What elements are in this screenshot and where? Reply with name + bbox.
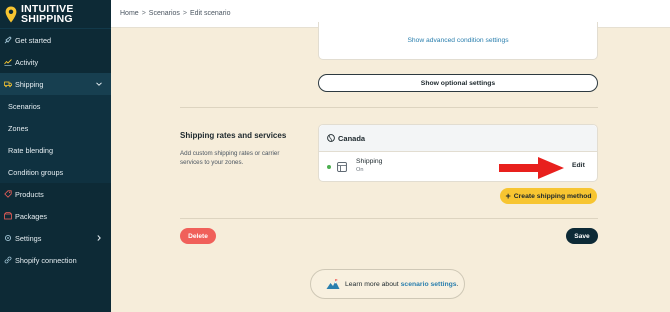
section-divider (180, 218, 598, 219)
table-icon (337, 162, 347, 172)
brand[interactable]: INTUITIVE SHIPPING (0, 0, 111, 29)
package-icon (4, 212, 12, 220)
sidebar-item-rate-blending[interactable]: Rate blending (0, 139, 111, 161)
optional-settings-button[interactable]: Show optional settings (318, 74, 598, 92)
sidebar: INTUITIVE SHIPPING Get started Activity … (0, 0, 111, 312)
sidebar-item-label: Products (15, 189, 44, 199)
sidebar-nav: Get started Activity Shipping Scenarios … (0, 29, 111, 271)
sidebar-item-condition-groups[interactable]: Condition groups (0, 161, 111, 183)
scenario-settings-link[interactable]: scenario settings (401, 281, 457, 288)
zone-name: Canada (338, 133, 366, 143)
activity-chart-icon (4, 59, 12, 66)
sidebar-item-label: Condition groups (8, 167, 64, 177)
method-name: Shipping (356, 158, 383, 165)
plus-icon: + (505, 191, 511, 201)
rates-section-description: Add custom shipping rates or carrier ser… (180, 150, 280, 166)
sidebar-item-label: Shopify connection (15, 255, 77, 265)
brand-line2: SHIPPING (21, 13, 73, 25)
annotation-arrow-icon (499, 157, 564, 179)
sidebar-item-label: Scenarios (8, 101, 41, 111)
conditions-card: Show advanced condition settings (318, 22, 598, 60)
sidebar-item-label: Shipping (15, 79, 44, 89)
gear-icon (4, 234, 12, 242)
status-dot (327, 165, 331, 169)
shipping-group: Shipping Scenarios Zones Rate blending C… (0, 73, 111, 183)
sidebar-item-label: Rate blending (8, 145, 54, 155)
sidebar-item-zones[interactable]: Zones (0, 117, 111, 139)
breadcrumb-separator: > (182, 10, 188, 17)
sidebar-item-shopify-connection[interactable]: Shopify connection (0, 249, 111, 271)
sidebar-item-products[interactable]: Products (0, 183, 111, 205)
tag-icon (4, 190, 12, 198)
brand-name: INTUITIVE SHIPPING (21, 4, 74, 25)
method-status: On (356, 167, 364, 173)
globe-icon (327, 134, 335, 142)
learn-more-banner[interactable]: Learn more about scenario settings. (310, 269, 465, 299)
section-divider (180, 107, 598, 108)
sidebar-item-label: Settings (15, 233, 42, 243)
truck-icon (4, 81, 12, 88)
rates-section-title: Shipping rates and services (180, 131, 287, 140)
breadcrumb-scenarios[interactable]: Scenarios (149, 10, 180, 17)
learn-more-prefix: Learn more about (345, 280, 399, 288)
location-pin-icon (5, 6, 17, 22)
sidebar-item-activity[interactable]: Activity (0, 51, 111, 73)
link-icon (4, 256, 12, 264)
create-shipping-method-button[interactable]: + Create shipping method (500, 188, 597, 204)
learn-more-period: . (456, 280, 459, 288)
sidebar-item-label: Zones (8, 123, 29, 133)
save-button[interactable]: Save (566, 228, 598, 244)
sidebar-item-label: Packages (15, 211, 48, 221)
sidebar-item-get-started[interactable]: Get started (0, 29, 111, 51)
rocket-icon (4, 36, 12, 44)
sidebar-item-scenarios[interactable]: Scenarios (0, 95, 111, 117)
breadcrumb-current: Edit scenario (190, 10, 231, 17)
zone-header: Canada (319, 125, 597, 152)
sidebar-item-packages[interactable]: Packages (0, 205, 111, 227)
mountain-icon (326, 278, 340, 289)
sidebar-item-shipping[interactable]: Shipping (0, 73, 111, 95)
breadcrumb-separator: > (141, 10, 146, 17)
chevron-right-icon (97, 235, 101, 241)
sidebar-item-label: Get started (15, 35, 52, 45)
advanced-condition-settings-link[interactable]: Show advanced condition settings (319, 37, 597, 44)
create-shipping-method-label: Create shipping method (513, 192, 592, 200)
chevron-down-icon (96, 82, 102, 86)
delete-button[interactable]: Delete (180, 228, 216, 244)
sidebar-item-settings[interactable]: Settings (0, 227, 111, 249)
sidebar-item-label: Activity (15, 57, 39, 67)
edit-method-button[interactable]: Edit (572, 162, 585, 169)
breadcrumb-home[interactable]: Home (120, 10, 139, 17)
main-content: Show advanced condition settings Show op… (111, 22, 670, 312)
